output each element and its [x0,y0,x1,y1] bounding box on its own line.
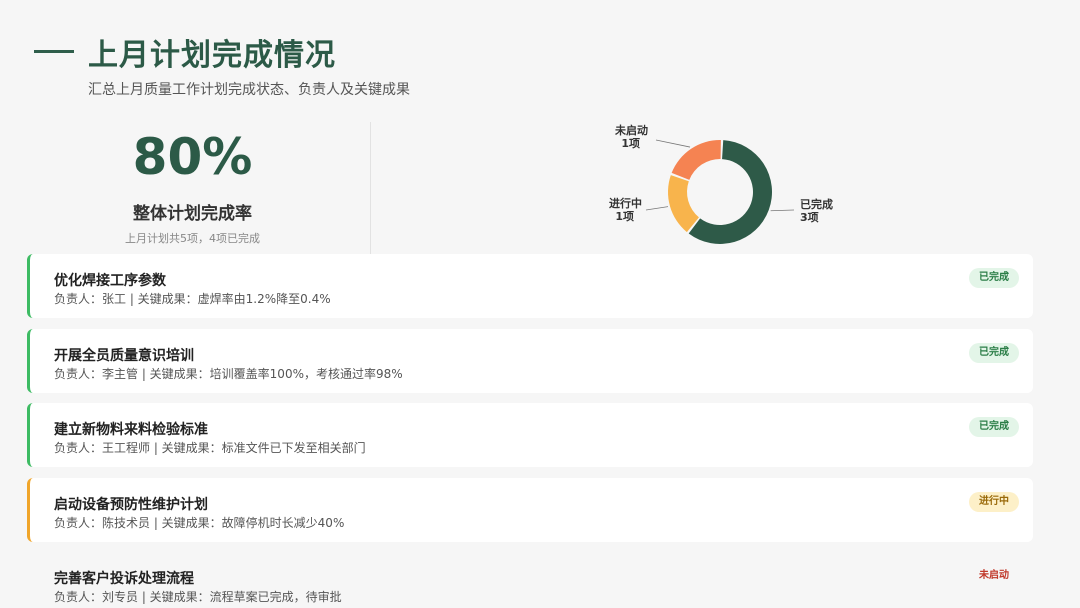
task-meta: 负责人：陈技术员 | 关键成果：故障停机时长减少40% [54,515,345,530]
slice-label: 已完成 [800,197,833,211]
kpi-label: 整体计划完成率 [133,204,252,224]
task-title: 完善客户投诉处理流程 [54,571,194,587]
task-card: 完善客户投诉处理流程 负责人：刘专员 | 关键成果：流程草案已完成，待审批 未启… [27,552,1033,608]
donut-slice [668,175,699,233]
task-title: 开展全员质量意识培训 [54,347,194,364]
task-card: 启动设备预防性维护计划 负责人：陈技术员 | 关键成果：故障停机时长减少40% … [27,477,1033,542]
leader-line [655,139,691,148]
slice-count-label: 1项 [621,137,640,150]
page-title: 上月计划完成情况 [88,38,336,73]
kpi-panel: 80% 整体计划完成率 上月计划共5项，4项已完成 [30,118,355,258]
slice-label: 未启动 [614,123,648,137]
status-badge: 已完成 [969,342,1019,363]
leader-line [770,209,795,212]
kpi-note: 上月计划共5项，4项已完成 [125,232,260,245]
status-badge: 进行中 [969,491,1019,512]
slide: 上月计划完成情况 汇总上月质量工作计划完成状态、负责人及关键成果 80% 整体计… [0,0,1080,608]
task-meta: 负责人：王工程师 | 关键成果：标准文件已下发至相关部门 [54,441,366,455]
task-title: 启动设备预防性维护计划 [54,496,208,513]
page-subtitle: 汇总上月质量工作计划完成状态、负责人及关键成果 [88,82,410,98]
slice-count-label: 1项 [615,210,634,223]
task-card: 建立新物料来料检验标准 负责人：王工程师 | 关键成果：标准文件已下发至相关部门… [27,403,1033,467]
status-donut-chart: 已完成3项进行中1项未启动1项 [609,123,833,244]
task-title: 建立新物料来料检验标准 [54,422,208,438]
status-badge: 已完成 [969,268,1019,288]
task-list: 优化焊接工序参数 负责人：张工 | 关键成果：虚焊率由1.2%降至0.4% 已完… [27,254,1033,608]
slice-label: 进行中 [609,196,642,210]
slice-count-label: 3项 [800,211,819,224]
donut-slice [671,140,721,180]
leader-line [645,206,669,211]
section-divider [370,122,371,254]
status-badge: 未启动 [979,570,1009,581]
task-meta: 负责人：李主管 | 关键成果：培训覆盖率100%，考核通过率98% [54,366,403,381]
title-accent-line [34,50,74,53]
task-card: 开展全员质量意识培训 负责人：李主管 | 关键成果：培训覆盖率100%，考核通过… [27,328,1033,393]
task-meta: 负责人：刘专员 | 关键成果：流程草案已完成，待审批 [54,590,342,604]
task-title: 优化焊接工序参数 [54,273,166,289]
kpi-value: 80% [132,128,253,186]
status-badge: 已完成 [969,417,1019,437]
task-card: 优化焊接工序参数 负责人：张工 | 关键成果：虚焊率由1.2%降至0.4% 已完… [27,254,1033,318]
task-meta: 负责人：张工 | 关键成果：虚焊率由1.2%降至0.4% [54,292,331,306]
